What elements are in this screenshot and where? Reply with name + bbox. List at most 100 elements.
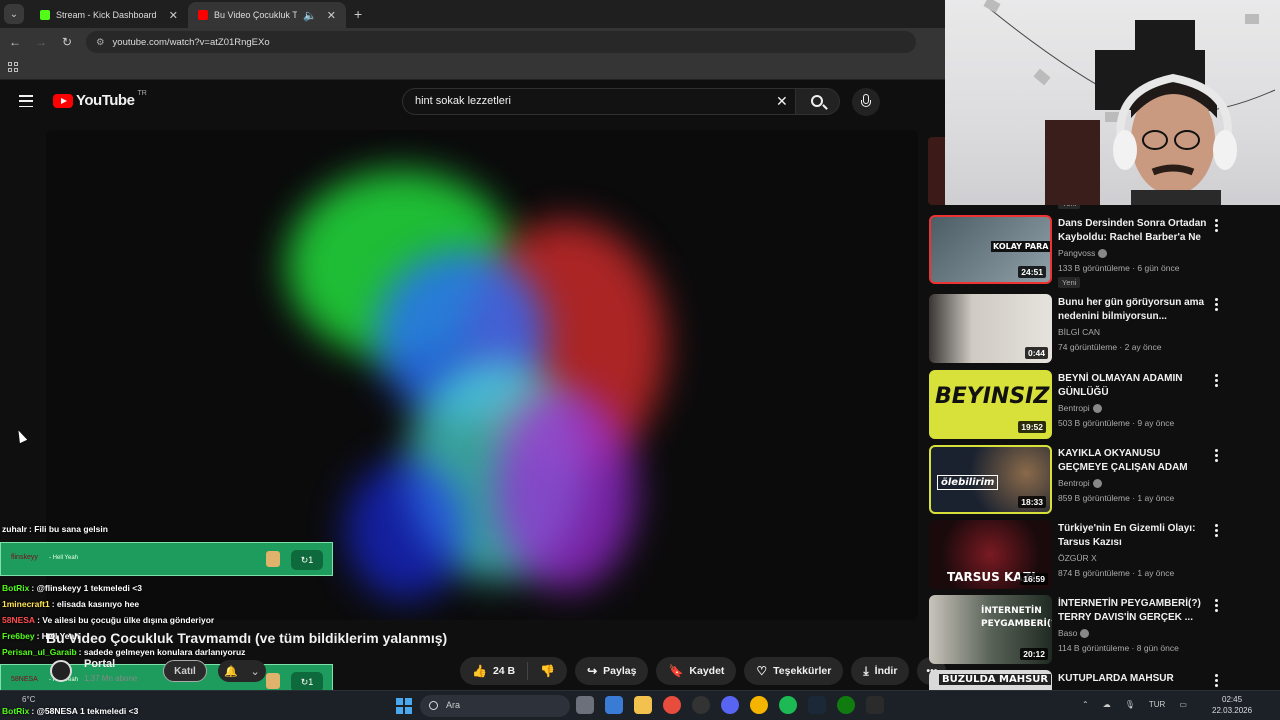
- cloud-icon[interactable]: ☁: [1103, 700, 1111, 709]
- recommendation-channel[interactable]: Bentropi: [1058, 478, 1102, 489]
- channel-name[interactable]: Portal: [84, 658, 115, 670]
- store-icon[interactable]: [605, 696, 623, 714]
- more-options-icon[interactable]: [1212, 374, 1220, 387]
- youtube-logo[interactable]: YouTube TR: [53, 90, 147, 109]
- save-button[interactable]: 🔖 Kaydet: [656, 657, 737, 685]
- menu-icon[interactable]: [19, 95, 33, 107]
- apps-icon[interactable]: [8, 62, 18, 72]
- recommendation-title[interactable]: Dans Dersinden Sonra Ortadan Kayboldu: R…: [1058, 217, 1210, 247]
- mic-icon[interactable]: 🎙: [1125, 700, 1135, 709]
- recommendation-item[interactable]: BEYINSIZ 19:52 BEYNİ OLMAYAN ADAMIN GÜNL…: [928, 370, 1280, 442]
- recommendation-item[interactable]: ölebilirim 18:33 KAYIKLA OKYANUSU GEÇMEY…: [928, 445, 1280, 517]
- chat-line: BotRix: @flinskeyy 1 tekmeledi <3: [2, 583, 142, 593]
- subscribed-button[interactable]: 🔔 ⌄: [218, 660, 266, 682]
- search-icon: [811, 95, 823, 107]
- channel-name: BİLGİ CAN: [1058, 327, 1101, 337]
- chevron-up-icon[interactable]: ⌃: [1082, 700, 1089, 709]
- recommendation-item[interactable]: BUZULDA MAHSUR KUTUPLARDA MAHSUR: [928, 670, 1280, 690]
- browser-tabbar: ⌄ Stream - Kick Dashboard ✕ Bu Video Çoc…: [0, 0, 945, 28]
- more-options-icon[interactable]: [1212, 298, 1220, 311]
- recommendation-channel[interactable]: BİLGİ CAN: [1058, 327, 1100, 337]
- windows-taskbar: 6°C Ara ⌃ ☁ 🎙 TUR ▭ 02:45 22.03.2026: [0, 690, 1280, 720]
- network-icon[interactable]: ▭: [1179, 700, 1187, 709]
- tab-search-button[interactable]: ⌄: [4, 4, 24, 24]
- recommendation-title[interactable]: KUTUPLARDA MAHSUR: [1058, 672, 1210, 686]
- recommendation-channel[interactable]: ÖZGÜR X: [1058, 553, 1097, 563]
- recommendation-title[interactable]: KAYIKLA OKYANUSU GEÇMEYE ÇALIŞAN ADAM: [1058, 447, 1210, 475]
- weather-widget[interactable]: 6°C: [22, 695, 35, 704]
- recommendation-channel[interactable]: Pangvoss: [1058, 248, 1108, 259]
- channel-name: ÖZGÜR X: [1058, 553, 1097, 563]
- spotify-icon[interactable]: [779, 696, 797, 714]
- discord-icon[interactable]: [721, 696, 739, 714]
- clear-search-icon[interactable]: ✕: [776, 93, 788, 110]
- more-options-icon[interactable]: [1212, 524, 1220, 537]
- recommendation-item[interactable]: 0:44 Bunu her gün görüyorsun ama nedenin…: [928, 294, 1280, 366]
- xbox-icon[interactable]: [837, 696, 855, 714]
- close-tab-icon[interactable]: ✕: [169, 9, 178, 22]
- speaker-icon[interactable]: 🔈: [303, 9, 317, 22]
- recommendation-title[interactable]: Türkiye'nin En Gizemli Olayı: Tarsus Kaz…: [1058, 522, 1210, 550]
- close-tab-icon[interactable]: ✕: [327, 9, 336, 22]
- search-button[interactable]: [796, 88, 840, 115]
- recommendation-thumbnail[interactable]: BEYINSIZ 19:52: [929, 370, 1052, 439]
- recommendation-thumbnail[interactable]: TARSUS KAZI 16:59: [929, 520, 1052, 589]
- like-button[interactable]: 👍 24 B: [460, 657, 527, 685]
- chat-line: 1minecraft1: elisada kasınıyo hee: [2, 599, 139, 609]
- task-view-icon[interactable]: [576, 696, 594, 714]
- epic-games-icon[interactable]: [866, 696, 884, 714]
- more-options-icon[interactable]: [1212, 674, 1220, 687]
- tab-youtube-video[interactable]: Bu Video Çocukluk Travmamdı 🔈 ✕: [188, 2, 346, 28]
- recommendation-title[interactable]: Bunu her gün görüyorsun ama nedenini bil…: [1058, 296, 1210, 324]
- site-info-icon[interactable]: ⚙: [96, 37, 105, 48]
- windows-start-icon[interactable]: [396, 698, 412, 714]
- recommendation-channel[interactable]: Baso: [1058, 628, 1090, 639]
- language-indicator[interactable]: TUR: [1149, 700, 1165, 709]
- taskbar-clock[interactable]: 02:45 22.03.2026: [1212, 694, 1252, 716]
- recommendation-channel[interactable]: Bentropi: [1058, 403, 1102, 414]
- new-tab-button[interactable]: +: [354, 6, 362, 22]
- more-options-icon[interactable]: [1212, 599, 1220, 612]
- recommendation-thumbnail[interactable]: İNTERNETİN PEYGAMBERİ(?) 20:12: [929, 595, 1052, 664]
- recommendation-item[interactable]: İNTERNETİN PEYGAMBERİ(?) 20:12 İNTERNETİ…: [928, 595, 1280, 667]
- reload-icon[interactable]: ↻: [60, 35, 74, 49]
- recommendation-thumbnail[interactable]: BUZULDA MAHSUR: [929, 670, 1052, 690]
- more-options-icon[interactable]: [1212, 449, 1220, 462]
- like-dislike-group: 👍 24 B 👎: [460, 657, 568, 685]
- recommendation-item[interactable]: KOLAY PARA TUZAKTI... 24:51 Dans Dersind…: [928, 215, 1280, 288]
- steam-icon[interactable]: [808, 696, 826, 714]
- chat-username: Perisan_ul_Garaib: [2, 647, 77, 657]
- recommendation-title[interactable]: BEYNİ OLMAYAN ADAMIN GÜNLÜĞÜ: [1058, 372, 1210, 400]
- recommendation-thumbnail[interactable]: ölebilirim 18:33: [929, 445, 1052, 514]
- back-icon[interactable]: ←: [8, 35, 22, 49]
- download-button[interactable]: ⤓ İndir: [851, 657, 910, 685]
- dislike-button[interactable]: 👎: [528, 657, 567, 685]
- obs-icon[interactable]: [692, 696, 710, 714]
- taskbar-search[interactable]: Ara: [420, 695, 570, 717]
- tab-kick-dashboard[interactable]: Stream - Kick Dashboard ✕: [30, 2, 188, 28]
- video-title: Bu Video Çocukluk Travmamdı (ve tüm bild…: [46, 630, 448, 646]
- forward-icon[interactable]: →: [34, 35, 48, 49]
- share-button[interactable]: ↪ Paylaş: [575, 657, 649, 685]
- youtube-header: YouTube TR hint sokak lezzetleri ✕: [0, 81, 945, 121]
- logo-text: YouTube: [76, 92, 135, 109]
- voice-search-button[interactable]: [852, 88, 880, 116]
- chrome-icon[interactable]: [663, 696, 681, 714]
- download-label: İndir: [874, 665, 898, 677]
- recommendation-title[interactable]: İNTERNETİN PEYGAMBERİ(?) TERRY DAVIS'İN …: [1058, 597, 1210, 625]
- url-field[interactable]: ⚙ youtube.com/watch?v=atZ01RngEXo: [86, 31, 916, 53]
- thanks-button[interactable]: ♡ Teşekkürler: [744, 657, 844, 685]
- file-explorer-icon[interactable]: [634, 696, 652, 714]
- channel-avatar[interactable]: [50, 660, 72, 682]
- heart-dollar-icon: ♡: [756, 664, 768, 678]
- recommendation-item[interactable]: TARSUS KAZI 16:59 Türkiye'nin En Gizemli…: [928, 520, 1280, 592]
- chrome-active-icon[interactable]: [750, 696, 768, 714]
- gift-icon: [266, 551, 280, 567]
- recommendation-thumbnail[interactable]: 0:44: [929, 294, 1052, 363]
- recommendation-meta: 114 B görüntüleme · 8 gün önce: [1058, 643, 1179, 653]
- search-input[interactable]: hint sokak lezzetleri: [402, 88, 796, 115]
- recommendation-thumbnail[interactable]: KOLAY PARA TUZAKTI... 24:51: [929, 215, 1052, 284]
- join-button[interactable]: Katıl: [163, 660, 207, 682]
- more-options-icon[interactable]: [1212, 219, 1220, 232]
- tab-title: Bu Video Çocukluk Travmamdı: [214, 10, 298, 20]
